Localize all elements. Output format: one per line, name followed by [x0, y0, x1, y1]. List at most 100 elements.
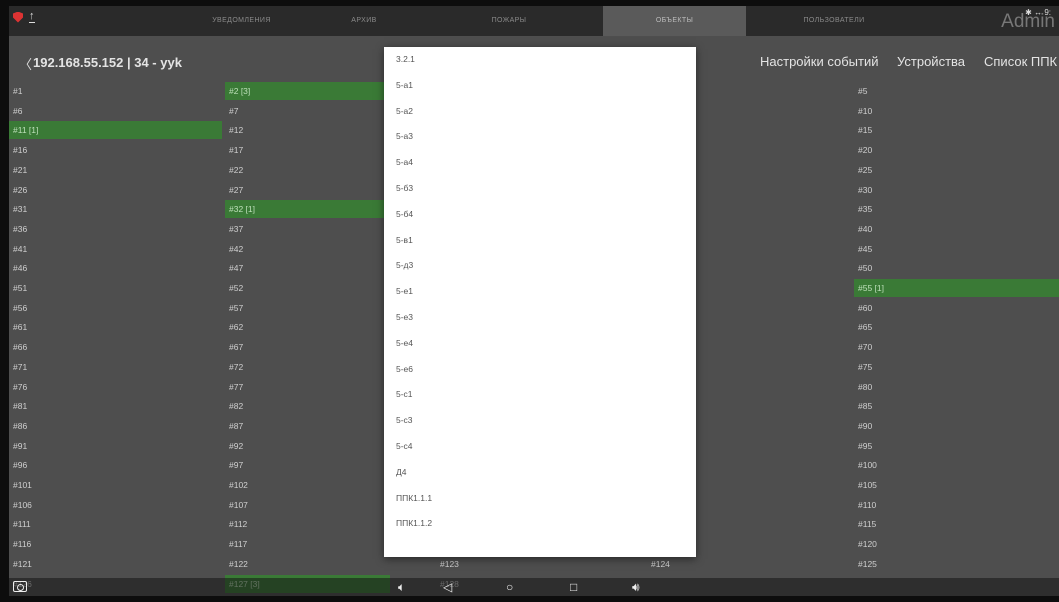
popup-item[interactable]: 5-е3: [384, 305, 696, 331]
popup-item[interactable]: 5-с3: [384, 408, 696, 434]
object-cell[interactable]: #101: [9, 476, 222, 494]
object-cell[interactable]: #86: [9, 417, 222, 435]
popup-item[interactable]: 5-а4: [384, 150, 696, 176]
object-cell[interactable]: #110: [854, 496, 1059, 514]
object-cell[interactable]: #1: [9, 82, 222, 100]
tab-notifications[interactable]: УВЕДОМЛЕНИЯ: [179, 6, 304, 36]
object-cell[interactable]: #106: [9, 496, 222, 514]
object-cell[interactable]: #41: [9, 240, 222, 258]
object-cell[interactable]: #52: [225, 279, 390, 297]
popup-item[interactable]: Д4: [384, 460, 696, 486]
back-icon[interactable]: ◁: [443, 579, 452, 595]
popup-item[interactable]: 3.2.1: [384, 47, 696, 73]
object-cell[interactable]: #77: [225, 378, 390, 396]
object-cell[interactable]: #10: [854, 102, 1059, 120]
object-cell[interactable]: #62: [225, 318, 390, 336]
object-cell[interactable]: #27: [225, 181, 390, 199]
object-cell[interactable]: #117: [225, 535, 390, 553]
object-cell[interactable]: #21: [9, 161, 222, 179]
devices-link[interactable]: Устройства: [897, 54, 965, 69]
object-cell[interactable]: #57: [225, 299, 390, 317]
object-cell[interactable]: #97: [225, 456, 390, 474]
object-cell[interactable]: #40: [854, 220, 1059, 238]
object-cell[interactable]: #112: [225, 515, 390, 533]
object-cell[interactable]: #2 [3]: [225, 82, 390, 100]
object-cell[interactable]: #35: [854, 200, 1059, 218]
object-cell[interactable]: #123: [436, 555, 596, 573]
object-cell[interactable]: #25: [854, 161, 1059, 179]
event-settings-link[interactable]: Настройки событий: [760, 54, 879, 69]
object-cell[interactable]: #17: [225, 141, 390, 159]
popup-item[interactable]: 5-а1: [384, 73, 696, 99]
object-cell[interactable]: #92: [225, 437, 390, 455]
object-cell[interactable]: #36: [9, 220, 222, 238]
object-cell[interactable]: #87: [225, 417, 390, 435]
object-cell[interactable]: #5: [854, 82, 1059, 100]
object-cell[interactable]: #100: [854, 456, 1059, 474]
popup-item[interactable]: 5-е4: [384, 331, 696, 357]
object-cell[interactable]: #46: [9, 259, 222, 277]
tab-objects[interactable]: ОБЪЕКТЫ: [603, 6, 746, 36]
object-cell[interactable]: #16: [9, 141, 222, 159]
popup-item[interactable]: ППК1.1.2: [384, 511, 696, 537]
object-cell[interactable]: #32 [1]: [225, 200, 390, 219]
object-cell[interactable]: #15: [854, 121, 1059, 139]
object-cell[interactable]: #107: [225, 496, 390, 514]
object-cell[interactable]: #95: [854, 437, 1059, 455]
object-cell[interactable]: #122: [225, 555, 390, 573]
object-cell[interactable]: #72: [225, 358, 390, 376]
object-cell[interactable]: #82: [225, 397, 390, 415]
chevron-left-icon[interactable]: 〈: [19, 54, 32, 73]
screenshot-icon[interactable]: [13, 581, 27, 592]
recents-icon[interactable]: □: [570, 579, 577, 595]
object-cell[interactable]: #105: [854, 476, 1059, 494]
volume-up-icon[interactable]: 🔊︎: [632, 579, 640, 595]
object-cell[interactable]: #56: [9, 299, 222, 317]
object-cell[interactable]: #96: [9, 456, 222, 474]
popup-item[interactable]: 5-б3: [384, 176, 696, 202]
popup-item[interactable]: 5-е6: [384, 357, 696, 383]
popup-item[interactable]: 5-е1: [384, 279, 696, 305]
object-cell[interactable]: #124: [647, 555, 797, 573]
object-cell[interactable]: #11 [1]: [9, 121, 222, 140]
object-cell[interactable]: #20: [854, 141, 1059, 159]
object-cell[interactable]: #7: [225, 102, 390, 120]
tab-users[interactable]: ПОЛЬЗОВАТЕЛИ: [779, 6, 889, 36]
object-cell[interactable]: #67: [225, 338, 390, 356]
object-cell[interactable]: #42: [225, 240, 390, 258]
popup-item[interactable]: 5-а2: [384, 99, 696, 125]
popup-item[interactable]: 5-в1: [384, 228, 696, 254]
object-cell[interactable]: #6: [9, 102, 222, 120]
object-cell[interactable]: #85: [854, 397, 1059, 415]
object-cell[interactable]: #90: [854, 417, 1059, 435]
object-cell[interactable]: #125: [854, 555, 1059, 573]
object-cell[interactable]: #66: [9, 338, 222, 356]
object-cell[interactable]: #37: [225, 220, 390, 238]
object-cell[interactable]: #81: [9, 397, 222, 415]
home-icon[interactable]: ○: [506, 579, 513, 595]
object-cell[interactable]: #12: [225, 121, 390, 139]
popup-item[interactable]: 5-с1: [384, 382, 696, 408]
popup-item[interactable]: ППК1.1.1: [384, 486, 696, 512]
object-cell[interactable]: #116: [9, 535, 222, 553]
object-cell[interactable]: #121: [9, 555, 222, 573]
object-cell[interactable]: #60: [854, 299, 1059, 317]
tab-fires[interactable]: ПОЖАРЫ: [464, 6, 554, 36]
popup-item[interactable]: 5-с4: [384, 434, 696, 460]
object-cell[interactable]: #65: [854, 318, 1059, 336]
object-cell[interactable]: #61: [9, 318, 222, 336]
object-cell[interactable]: #45: [854, 240, 1059, 258]
popup-item[interactable]: 5-д3: [384, 253, 696, 279]
user-name[interactable]: Admin: [1001, 11, 1055, 33]
object-cell[interactable]: #31: [9, 200, 222, 218]
object-cell[interactable]: #30: [854, 181, 1059, 199]
object-cell[interactable]: #91: [9, 437, 222, 455]
volume-down-icon[interactable]: 🔈︎: [398, 579, 405, 595]
object-cell[interactable]: #111: [9, 515, 222, 533]
popup-item[interactable]: 5-а3: [384, 124, 696, 150]
ppk-list-link[interactable]: Список ППК: [984, 54, 1057, 69]
object-cell[interactable]: #26: [9, 181, 222, 199]
object-cell[interactable]: #102: [225, 476, 390, 494]
object-cell[interactable]: #120: [854, 535, 1059, 553]
object-cell[interactable]: #71: [9, 358, 222, 376]
